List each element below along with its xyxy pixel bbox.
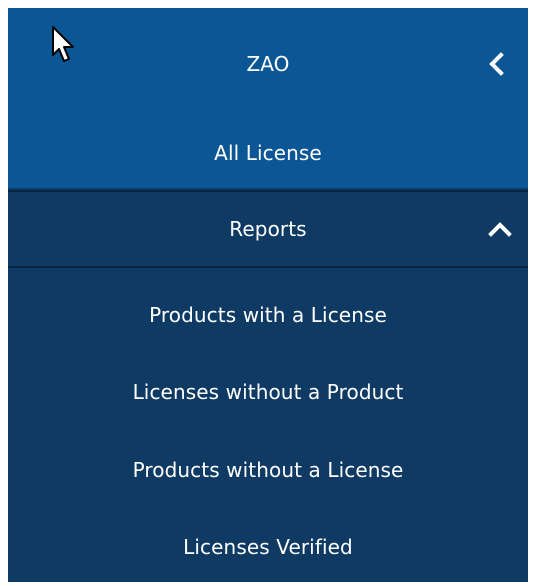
navigation-menu: ZAO All License Reports Products with a … (8, 8, 528, 582)
report-item-label: Licenses Verified (183, 535, 353, 559)
report-item-label: Products without a License (132, 458, 404, 482)
report-item-products-without-license[interactable]: Products without a License (8, 440, 528, 500)
report-item-products-with-license[interactable]: Products with a License (8, 285, 528, 345)
report-item-label: Products with a License (149, 303, 387, 327)
chevron-left-icon[interactable] (486, 52, 508, 76)
menu-section-reports[interactable]: Reports (8, 190, 528, 268)
mouse-cursor-icon (52, 26, 74, 62)
report-item-label: Licenses without a Product (132, 380, 404, 404)
report-item-licenses-verified[interactable]: Licenses Verified (8, 517, 528, 577)
chevron-up-icon[interactable] (487, 220, 513, 238)
report-item-licenses-without-product[interactable]: Licenses without a Product (8, 362, 528, 422)
menu-item-all-license[interactable]: All License (8, 123, 528, 183)
menu-item-label: All License (214, 141, 322, 165)
reports-label: Reports (229, 217, 307, 241)
menu-title-row: ZAO (8, 34, 528, 94)
menu-title: ZAO (246, 52, 290, 76)
